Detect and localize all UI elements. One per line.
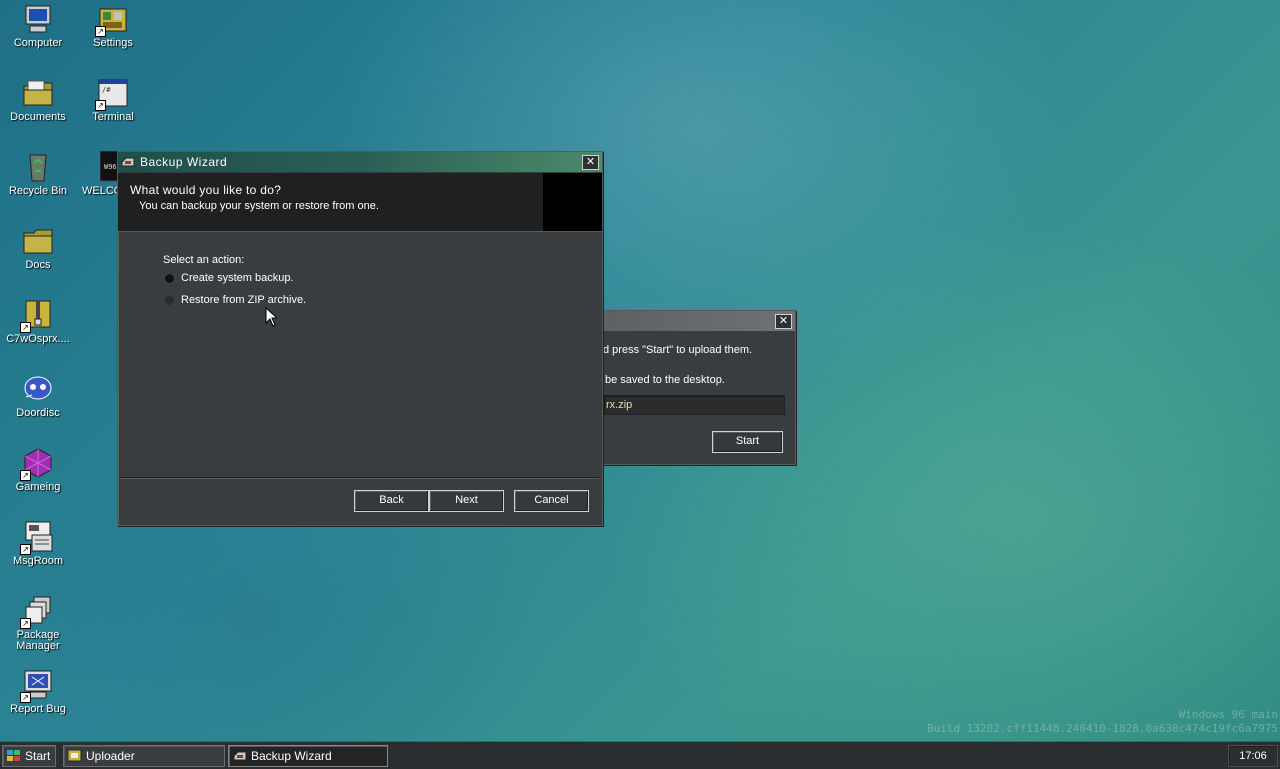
- doordisc-icon: [22, 373, 54, 405]
- wizard-header-subtitle: You can backup your system or restore fr…: [139, 200, 379, 212]
- desktop-icon-zip-file[interactable]: ↗ C7wOsprx....: [1, 299, 75, 345]
- desktop-icon-label: Documents: [10, 111, 66, 123]
- start-label: Start: [25, 749, 51, 763]
- desktop-icon-welcome[interactable]: W96 WELCO: [72, 151, 120, 197]
- uploader-filename-field[interactable]: rx.zip: [603, 395, 785, 415]
- back-button[interactable]: Back: [354, 490, 429, 512]
- taskbar-item-label: Uploader: [86, 749, 135, 763]
- desktop-icon-settings[interactable]: ↗ Settings: [76, 3, 150, 49]
- desktop-icon-documents[interactable]: Documents: [1, 77, 75, 123]
- taskbar-item-uploader[interactable]: Uploader: [63, 745, 225, 767]
- desktop-icon-label: WELCO: [82, 185, 120, 197]
- desktop-icon-recycle-bin[interactable]: Recycle Bin: [1, 151, 75, 197]
- desktop-icon-msgroom[interactable]: ↗ MsgRoom: [1, 521, 75, 567]
- desktop-icon-label: Package Manager: [16, 629, 60, 652]
- uploader-instruction-text: d press "Start" to upload them.: [603, 344, 753, 356]
- option-label: Restore from ZIP archive.: [181, 294, 307, 306]
- uploader-save-note: be saved to the desktop.: [605, 374, 725, 386]
- wizard-title: Backup Wizard: [140, 155, 228, 169]
- gameing-icon: ↗: [20, 447, 54, 481]
- desktop-icon-docs[interactable]: Docs: [1, 225, 75, 271]
- uploader-app-icon: [67, 749, 82, 762]
- desktop-icon-label: Docs: [25, 259, 51, 271]
- mouse-cursor-icon: [265, 306, 279, 330]
- package-manager-icon: ↗: [20, 595, 54, 629]
- option-label: Create system backup.: [181, 272, 294, 284]
- wizard-header-panel: What would you like to do? You can backu…: [118, 173, 602, 232]
- desktop-icon-label: Recycle Bin: [8, 185, 68, 197]
- desktop-icon-label: Report Bug: [10, 703, 66, 715]
- cancel-button[interactable]: Cancel: [514, 490, 589, 512]
- report-bug-icon: ↗: [20, 669, 54, 703]
- wizard-select-label: Select an action:: [163, 254, 245, 266]
- desktop-icon-label: C7wOsprx....: [6, 333, 70, 345]
- uploader-titlebar[interactable]: ✕: [599, 311, 795, 331]
- wizard-footer-divider: [120, 477, 599, 479]
- svg-text:/#: /#: [102, 86, 111, 94]
- zip-file-icon: ↗: [20, 299, 54, 333]
- desktop-icon-doordisc[interactable]: Doordisc: [1, 373, 75, 419]
- desktop-icon-label: Doordisc: [16, 407, 60, 419]
- desktop-icon-label: Terminal: [92, 111, 134, 123]
- desktop-icon-gameing[interactable]: ↗ Gameing: [1, 447, 75, 493]
- backup-wizard-window[interactable]: Backup Wizard ✕ What would you like to d…: [117, 151, 603, 526]
- wizard-app-icon: [121, 156, 135, 168]
- msgroom-icon: ↗: [20, 521, 54, 555]
- radio-button[interactable]: [164, 294, 175, 306]
- desktop-icon-report-bug[interactable]: ↗ Report Bug: [1, 669, 75, 715]
- settings-icon: ↗: [95, 3, 129, 37]
- radio-button[interactable]: [164, 272, 175, 284]
- taskbar: Start Uploader Backup Wizard 17:06: [0, 741, 1280, 769]
- backup-wizard-app-icon: [233, 750, 247, 762]
- desktop-icon-label: Gameing: [15, 481, 61, 493]
- terminal-icon: /# ↗: [95, 77, 129, 111]
- option-create-backup[interactable]: Create system backup.: [164, 272, 294, 284]
- watermark-os-name: Windows 96 main: [1178, 708, 1278, 721]
- next-button[interactable]: Next: [429, 490, 504, 512]
- taskbar-item-backup-wizard[interactable]: Backup Wizard: [228, 745, 388, 767]
- uploader-window[interactable]: ✕ d press "Start" to upload them. be sav…: [598, 310, 796, 465]
- computer-icon: [22, 3, 54, 35]
- uploader-close-button[interactable]: ✕: [775, 313, 792, 329]
- wizard-close-button[interactable]: ✕: [582, 154, 599, 170]
- svg-text:W96: W96: [104, 163, 117, 171]
- os-watermark: Windows 96 main Build 13202.cff11448.240…: [927, 708, 1278, 736]
- taskbar-item-label: Backup Wizard: [251, 749, 332, 763]
- start-button[interactable]: Start: [2, 745, 56, 767]
- uploader-start-button[interactable]: Start: [712, 431, 783, 453]
- desktop-icon-label: Computer: [13, 37, 63, 49]
- desktop-icon-label: Settings: [93, 37, 133, 49]
- desktop-icon-terminal[interactable]: /# ↗ Terminal: [76, 77, 150, 123]
- desktop-icon-computer[interactable]: Computer: [1, 3, 75, 49]
- docs-folder-icon: [22, 225, 54, 257]
- option-restore-zip[interactable]: Restore from ZIP archive.: [164, 294, 306, 306]
- wizard-header-image: [543, 173, 602, 231]
- watermark-build: Build 13202.cff11448.240410-1828.0a630c4…: [927, 722, 1278, 735]
- recycle-bin-icon: [22, 151, 54, 183]
- documents-folder-icon: [22, 77, 54, 109]
- taskbar-clock: 17:06: [1228, 745, 1278, 767]
- start-logo-icon: [7, 750, 21, 762]
- desktop-icon-label: MsgRoom: [12, 555, 64, 567]
- wizard-header-title: What would you like to do?: [130, 183, 282, 197]
- desktop-icon-package-manager[interactable]: ↗ Package Manager: [1, 595, 75, 652]
- wizard-titlebar[interactable]: Backup Wizard ✕: [118, 152, 602, 172]
